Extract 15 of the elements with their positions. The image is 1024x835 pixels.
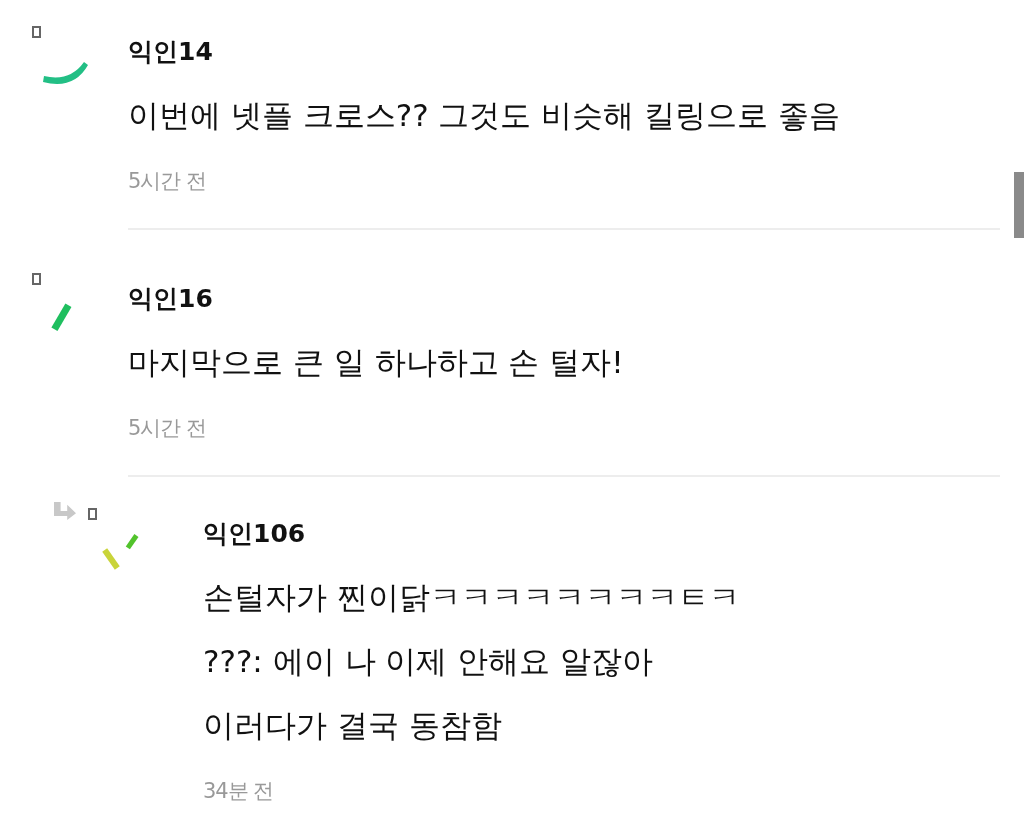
small-square-icon — [32, 26, 41, 38]
author-name: 익인14 — [128, 36, 214, 68]
author-name: 익인16 — [128, 283, 214, 315]
comment-text: 마지막으로 큰 일 하나하고 손 털자! — [128, 343, 625, 382]
timestamp: 5시간 전 — [128, 415, 208, 442]
timestamp: 5시간 전 — [128, 168, 208, 195]
timestamp: 34분 전 — [203, 778, 275, 805]
comment-text: 손털자가 찐이닭ㅋㅋㅋㅋㅋㅋㅋㅋㅌㅋ — [203, 578, 741, 617]
small-square-icon — [88, 508, 97, 520]
small-square-icon — [32, 273, 41, 285]
scrollbar[interactable] — [1014, 172, 1024, 238]
comment-text: ???: 에이 나 이제 안해요 알잖아 — [203, 642, 655, 681]
comment-text: 이번에 넷플 크로스?? 그것도 비슷해 킬링으로 좋음 — [128, 96, 842, 135]
author-name: 익인106 — [203, 518, 307, 550]
comment-text: 이러다가 결국 동참함 — [203, 706, 503, 745]
